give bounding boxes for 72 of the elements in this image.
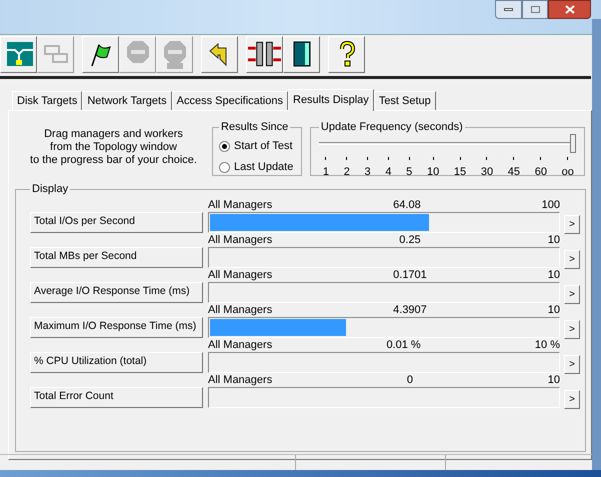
network-icon bbox=[4, 40, 32, 68]
value-label: 4.3907 bbox=[393, 304, 427, 316]
radio-option[interactable]: Start of Test bbox=[219, 136, 293, 156]
expand-button[interactable]: > bbox=[564, 214, 580, 234]
expand-button[interactable]: > bbox=[564, 320, 580, 338]
source-label: All Managers bbox=[208, 338, 272, 352]
stop-icon bbox=[162, 39, 188, 69]
source-label: All Managers bbox=[208, 234, 272, 246]
tick-label: 60 bbox=[534, 164, 547, 180]
metric-button[interactable]: % CPU Utilization (total) bbox=[30, 352, 203, 372]
minimize-button[interactable] bbox=[495, 0, 522, 19]
toolbar-button[interactable] bbox=[82, 36, 119, 72]
source-label: All Managers bbox=[208, 374, 272, 386]
tick-label: 15 bbox=[454, 164, 466, 180]
group-title: Update Frequency (seconds) bbox=[320, 120, 464, 135]
max-label: 10 % bbox=[534, 338, 560, 352]
metric-button[interactable]: Average I/O Response Time (ms) bbox=[30, 282, 203, 302]
tab[interactable]: Results Display bbox=[288, 89, 374, 111]
instruction-text: to the progress bar of your choice. bbox=[30, 154, 197, 167]
metric-button[interactable]: Total Error Count bbox=[30, 386, 203, 408]
value-label: 0.1701 bbox=[393, 268, 427, 282]
maximize-button[interactable] bbox=[522, 0, 548, 19]
value-label: 0 bbox=[406, 374, 414, 386]
instruction-text: Drag managers and workers bbox=[44, 128, 183, 141]
group-title: Results Since bbox=[220, 120, 290, 135]
value-label: 0.01 % bbox=[386, 338, 421, 352]
close-button[interactable] bbox=[548, 0, 591, 19]
toolbar-button[interactable] bbox=[328, 36, 365, 72]
expand-button[interactable]: > bbox=[564, 284, 580, 304]
tick-label: oo bbox=[562, 164, 574, 180]
max-label: 10 bbox=[548, 234, 560, 246]
tick-label: 1 bbox=[322, 164, 330, 180]
max-label: 10 bbox=[548, 374, 560, 386]
metric-button[interactable]: Total MBs per Second bbox=[30, 246, 203, 268]
value-label: 0.25 bbox=[399, 234, 421, 246]
tick-label: 4 bbox=[385, 164, 392, 180]
metric-button[interactable]: Maximum I/O Response Time (ms) bbox=[30, 316, 203, 338]
tab[interactable]: Network Targets bbox=[82, 91, 172, 110]
tick-label: 3 bbox=[364, 164, 371, 180]
tab[interactable]: Disk Targets bbox=[12, 91, 82, 110]
tab[interactable]: Access Specifications bbox=[172, 91, 288, 110]
instruction-text: from the Topology window bbox=[50, 141, 177, 154]
tick-label: 2 bbox=[344, 164, 350, 180]
close-icon bbox=[564, 5, 574, 14]
tick-label: 10 bbox=[426, 164, 440, 180]
tick-label: 5 bbox=[406, 164, 412, 180]
slider-thumb[interactable] bbox=[570, 134, 576, 153]
source-label: All Managers bbox=[208, 198, 272, 212]
max-label: 10 bbox=[548, 268, 560, 282]
value-label: 64.08 bbox=[393, 198, 421, 212]
tick-label: 30 bbox=[480, 164, 494, 180]
tick-label: 45 bbox=[508, 164, 520, 180]
group-title: Display bbox=[31, 182, 70, 197]
windows-icon bbox=[42, 42, 70, 66]
max-label: 100 bbox=[542, 198, 560, 212]
toolbar-button[interactable] bbox=[283, 36, 320, 72]
metric-button[interactable]: Total I/Os per Second bbox=[30, 212, 203, 232]
radio-button[interactable] bbox=[219, 162, 230, 172]
radio-button[interactable] bbox=[219, 140, 230, 152]
toolbar-button[interactable] bbox=[201, 36, 238, 72]
max-label: 10 bbox=[548, 304, 560, 316]
door-icon bbox=[290, 40, 312, 68]
expand-button[interactable]: > bbox=[564, 390, 580, 408]
flag-icon bbox=[88, 41, 112, 67]
disconnect-icon bbox=[247, 40, 282, 68]
tab[interactable]: Test Setup bbox=[374, 91, 436, 110]
radio-option[interactable]: Last Update bbox=[219, 156, 294, 178]
toolbar-button[interactable] bbox=[246, 36, 283, 72]
source-label: All Managers bbox=[208, 304, 272, 316]
expand-button[interactable]: > bbox=[564, 250, 580, 268]
expand-button[interactable]: > bbox=[564, 354, 580, 374]
source-label: All Managers bbox=[208, 268, 272, 282]
